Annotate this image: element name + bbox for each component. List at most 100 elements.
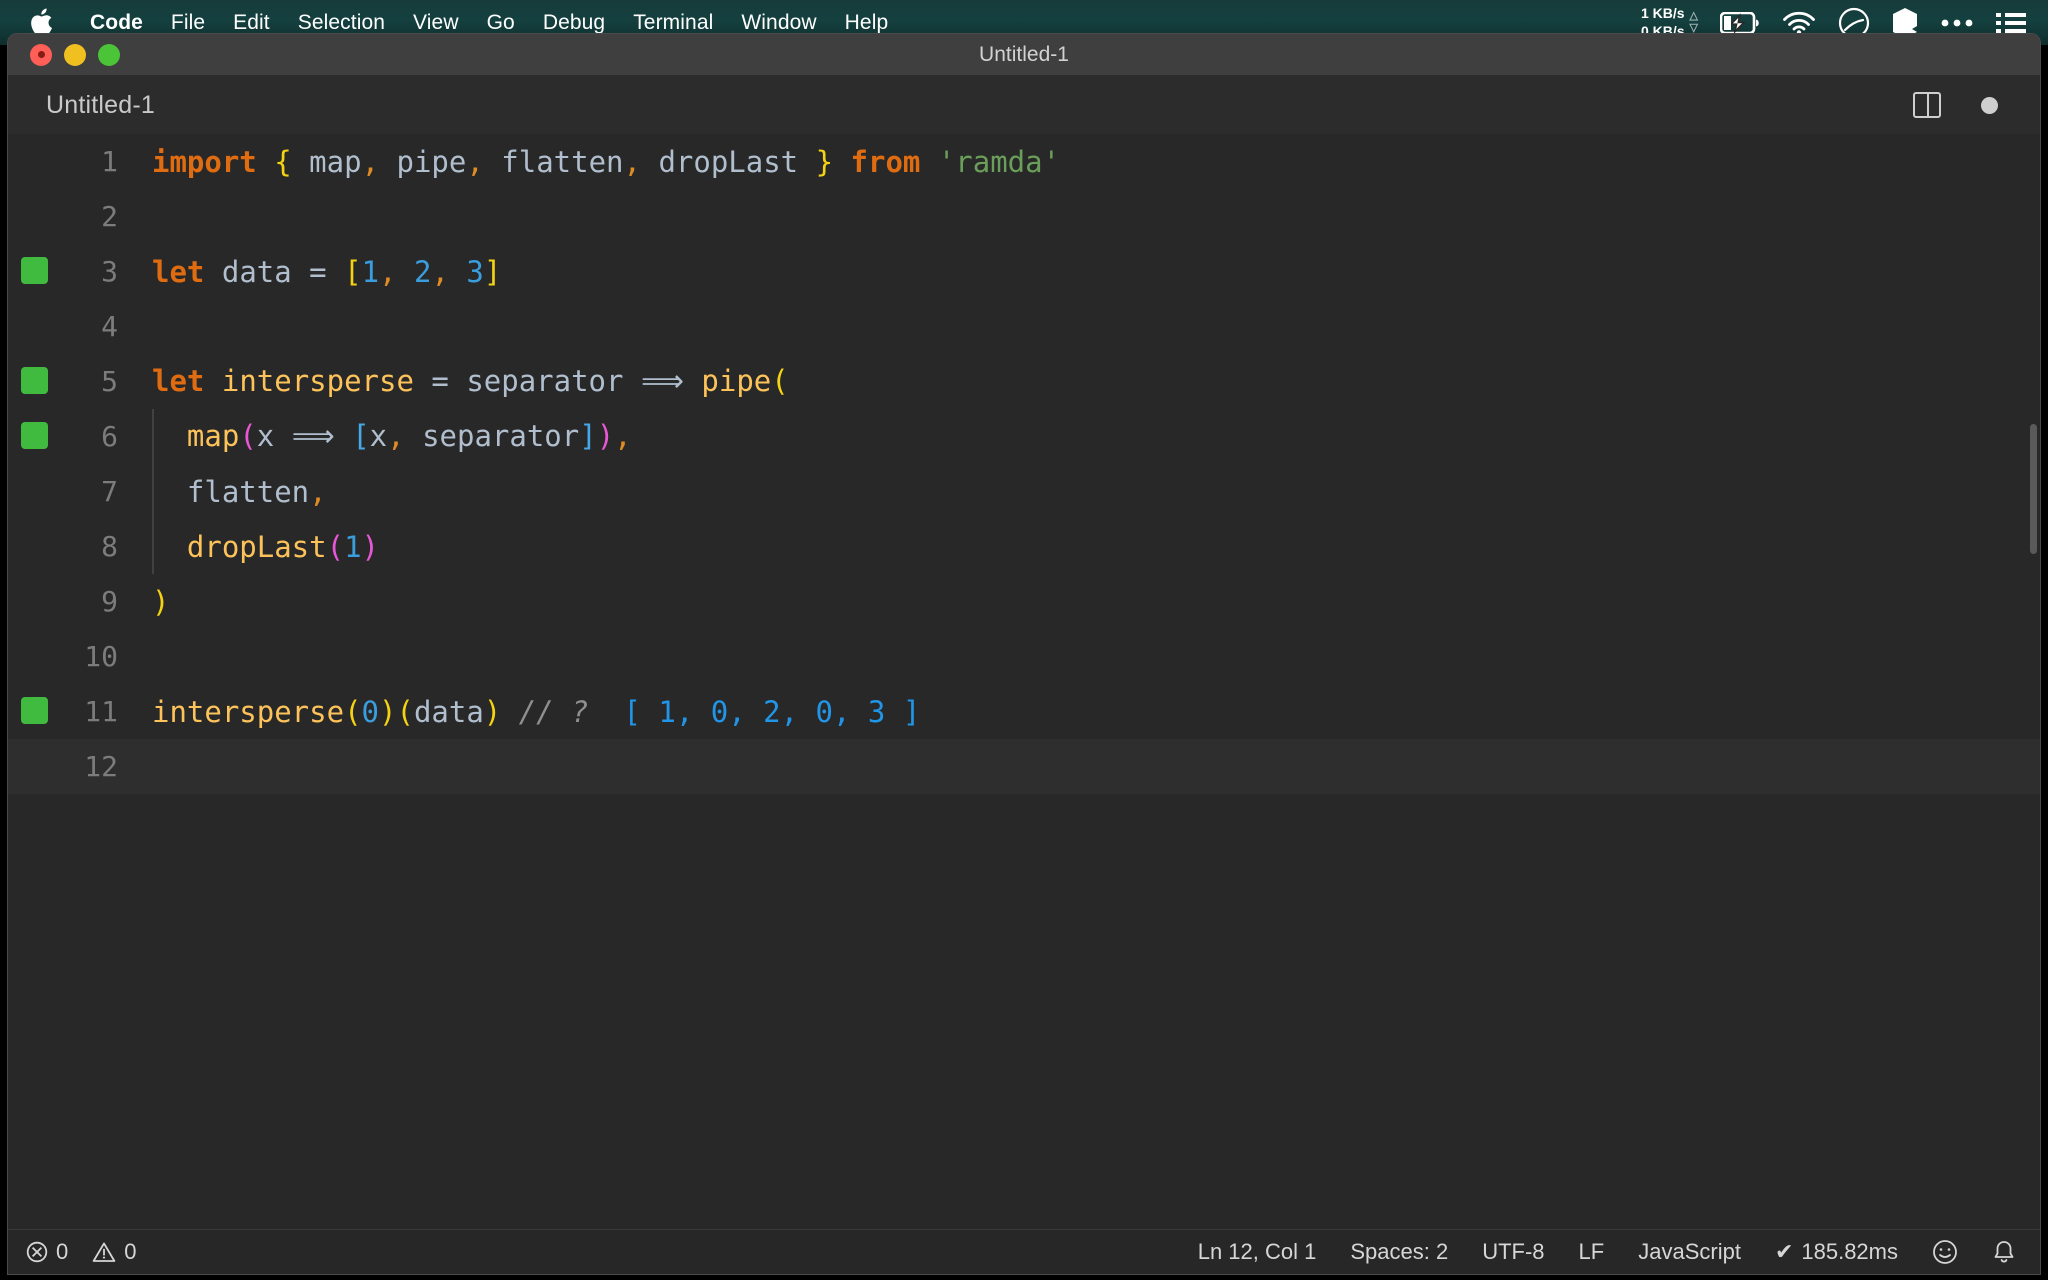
split-editor-icon[interactable] bbox=[1913, 92, 1941, 118]
control-center-list-icon[interactable] bbox=[1996, 11, 2026, 35]
code-token: 'ramda' bbox=[937, 144, 1061, 179]
code-line[interactable]: 8 dropLast(1) bbox=[8, 519, 2040, 574]
download-arrow-icon: ▽ bbox=[1689, 22, 1698, 34]
code-line-text[interactable]: import { map, pipe, flatten, dropLast } … bbox=[146, 145, 1060, 179]
code-token: ⟹ bbox=[640, 364, 684, 399]
code-line-text[interactable]: intersperse(0)(data) // ? [ 1, 0, 2, 0, … bbox=[146, 695, 920, 729]
code-line[interactable]: 10 bbox=[8, 629, 2040, 684]
warning-count: 0 bbox=[124, 1239, 137, 1264]
line-number: 10 bbox=[84, 640, 118, 673]
code-token: pipe bbox=[701, 364, 772, 398]
code-line[interactable]: 2 bbox=[8, 189, 2040, 244]
file-encoding[interactable]: UTF-8 bbox=[1482, 1239, 1544, 1265]
code-line[interactable]: 9) bbox=[8, 574, 2040, 629]
code-line-text[interactable]: map(x ⟹ [x, separator]), bbox=[146, 419, 632, 454]
code-token: intersperse bbox=[152, 694, 345, 729]
code-line[interactable]: 6 map(x ⟹ [x, separator]), bbox=[8, 409, 2040, 464]
code-token: = bbox=[431, 364, 449, 398]
code-token: separator bbox=[466, 364, 624, 398]
status-bar-right: Ln 12, Col 1 Spaces: 2 UTF-8 LF JavaScri… bbox=[1198, 1239, 2040, 1265]
problems-errors[interactable]: 0 bbox=[26, 1239, 68, 1265]
language-mode[interactable]: JavaScript bbox=[1638, 1239, 1741, 1265]
apple-logo-icon[interactable] bbox=[28, 8, 54, 38]
code-token: ( bbox=[344, 694, 362, 729]
unsaved-dot-icon[interactable] bbox=[1981, 96, 1998, 114]
code-token: x bbox=[369, 419, 388, 453]
warning-triangle-icon bbox=[92, 1241, 116, 1263]
code-line[interactable]: 4 bbox=[8, 299, 2040, 354]
code-token: ) bbox=[379, 694, 397, 729]
code-line[interactable]: 3 let data = [1, 2, 3] bbox=[8, 244, 2040, 299]
problems-warnings[interactable]: 0 bbox=[92, 1239, 137, 1265]
error-circle-icon bbox=[26, 1241, 48, 1263]
close-window-button[interactable] bbox=[30, 43, 52, 66]
code-token: intersperse bbox=[221, 364, 414, 398]
code-token: , bbox=[309, 474, 327, 509]
code-line-text[interactable]: let intersperse = separator ⟹ pipe( bbox=[146, 364, 789, 399]
close-icon bbox=[37, 51, 45, 58]
gutter-marker-icon[interactable] bbox=[21, 697, 48, 724]
window-titlebar: Untitled-1 bbox=[8, 34, 2040, 76]
code-token: x bbox=[256, 419, 275, 453]
code-line-text[interactable]: ) bbox=[146, 585, 169, 619]
status-bar-left: 0 0 bbox=[8, 1239, 137, 1265]
code-token: 1 bbox=[361, 254, 380, 289]
gutter-marker-icon[interactable] bbox=[21, 422, 48, 449]
code-token: , bbox=[379, 254, 397, 289]
code-line[interactable]: 1 import { map, pipe, flatten, dropLast }… bbox=[8, 134, 2040, 189]
code-token: { bbox=[274, 144, 292, 179]
battery-charging-icon[interactable] bbox=[1720, 11, 1760, 34]
editor-scrollbar-thumb[interactable] bbox=[2030, 424, 2037, 554]
zoom-window-button[interactable] bbox=[98, 43, 120, 66]
code-token: let bbox=[152, 364, 205, 398]
bell-icon[interactable] bbox=[1992, 1239, 2016, 1265]
status-bar: 0 0 Ln 12, Col 1 Spaces: 2 UTF-8 LF Java… bbox=[8, 1229, 2040, 1274]
editor-tab-strip: Untitled-1 bbox=[8, 76, 2040, 134]
code-token: import bbox=[152, 144, 257, 179]
minimize-window-button[interactable] bbox=[64, 43, 86, 66]
cursor-position[interactable]: Ln 12, Col 1 bbox=[1198, 1239, 1317, 1265]
code-token: dropLast bbox=[658, 144, 799, 179]
code-editor[interactable]: 1 import { map, pipe, flatten, dropLast }… bbox=[8, 134, 2040, 1274]
code-line-text[interactable]: flatten, bbox=[146, 475, 327, 509]
ellipsis-icon[interactable] bbox=[1940, 17, 1974, 29]
end-of-line-sequence[interactable]: LF bbox=[1579, 1239, 1605, 1265]
gutter-marker-icon[interactable] bbox=[21, 367, 48, 394]
code-line[interactable]: 5 let intersperse = separator ⟹ pipe( bbox=[8, 354, 2040, 409]
code-token: , bbox=[623, 144, 641, 179]
tab-untitled-1[interactable]: Untitled-1 bbox=[8, 91, 155, 120]
smiley-icon[interactable] bbox=[1932, 1239, 1958, 1265]
code-line[interactable]: 12 bbox=[8, 739, 2040, 794]
code-token: ( bbox=[326, 529, 345, 564]
code-token: 1 bbox=[344, 529, 362, 564]
code-token: ) bbox=[596, 419, 615, 453]
code-line[interactable]: 11 intersperse(0)(data) // ? [ 1, 0, 2, 0… bbox=[8, 684, 2040, 739]
editor-actions bbox=[1913, 92, 2040, 118]
code-line-text[interactable]: let data = [1, 2, 3] bbox=[146, 255, 501, 289]
code-token: separator bbox=[422, 419, 580, 453]
traffic-light-buttons bbox=[8, 43, 120, 66]
code-line[interactable]: 7 flatten, bbox=[8, 464, 2040, 519]
code-token: ( bbox=[771, 364, 789, 398]
code-line-text[interactable]: dropLast(1) bbox=[146, 530, 379, 564]
wifi-icon[interactable] bbox=[1782, 11, 1816, 35]
gutter-marker-icon[interactable] bbox=[21, 257, 48, 284]
indentation-setting[interactable]: Spaces: 2 bbox=[1350, 1239, 1448, 1265]
code-token: [ bbox=[344, 254, 362, 289]
network-upload-speed: 1 KB/s bbox=[1640, 5, 1685, 21]
runtime-status[interactable]: ✔ 185.82ms bbox=[1775, 1239, 1898, 1265]
